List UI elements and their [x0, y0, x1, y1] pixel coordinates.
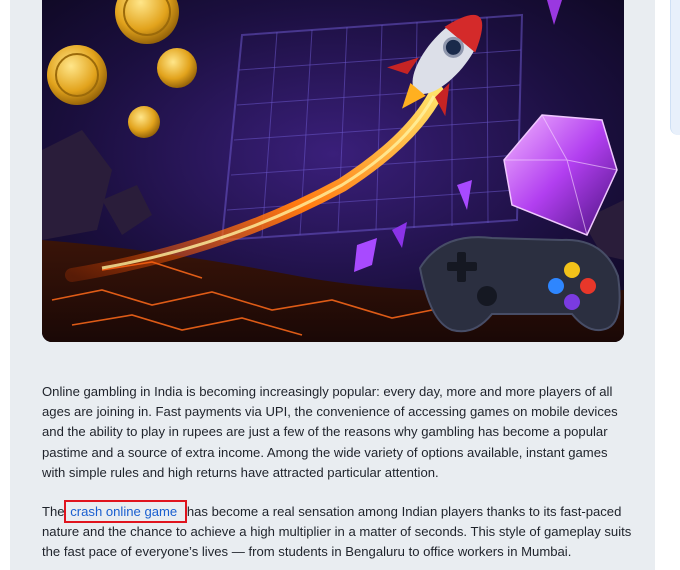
- article-paragraph-intro: Online gambling in India is becoming inc…: [42, 384, 618, 480]
- crash-online-game-link[interactable]: crash online game: [64, 500, 188, 523]
- paragraph-lead-text: The: [42, 504, 65, 519]
- hero-image: [42, 0, 624, 342]
- article-paragraph-crash-game: The crash online game has become a real …: [42, 500, 634, 563]
- sidebar-panel: [670, 0, 680, 135]
